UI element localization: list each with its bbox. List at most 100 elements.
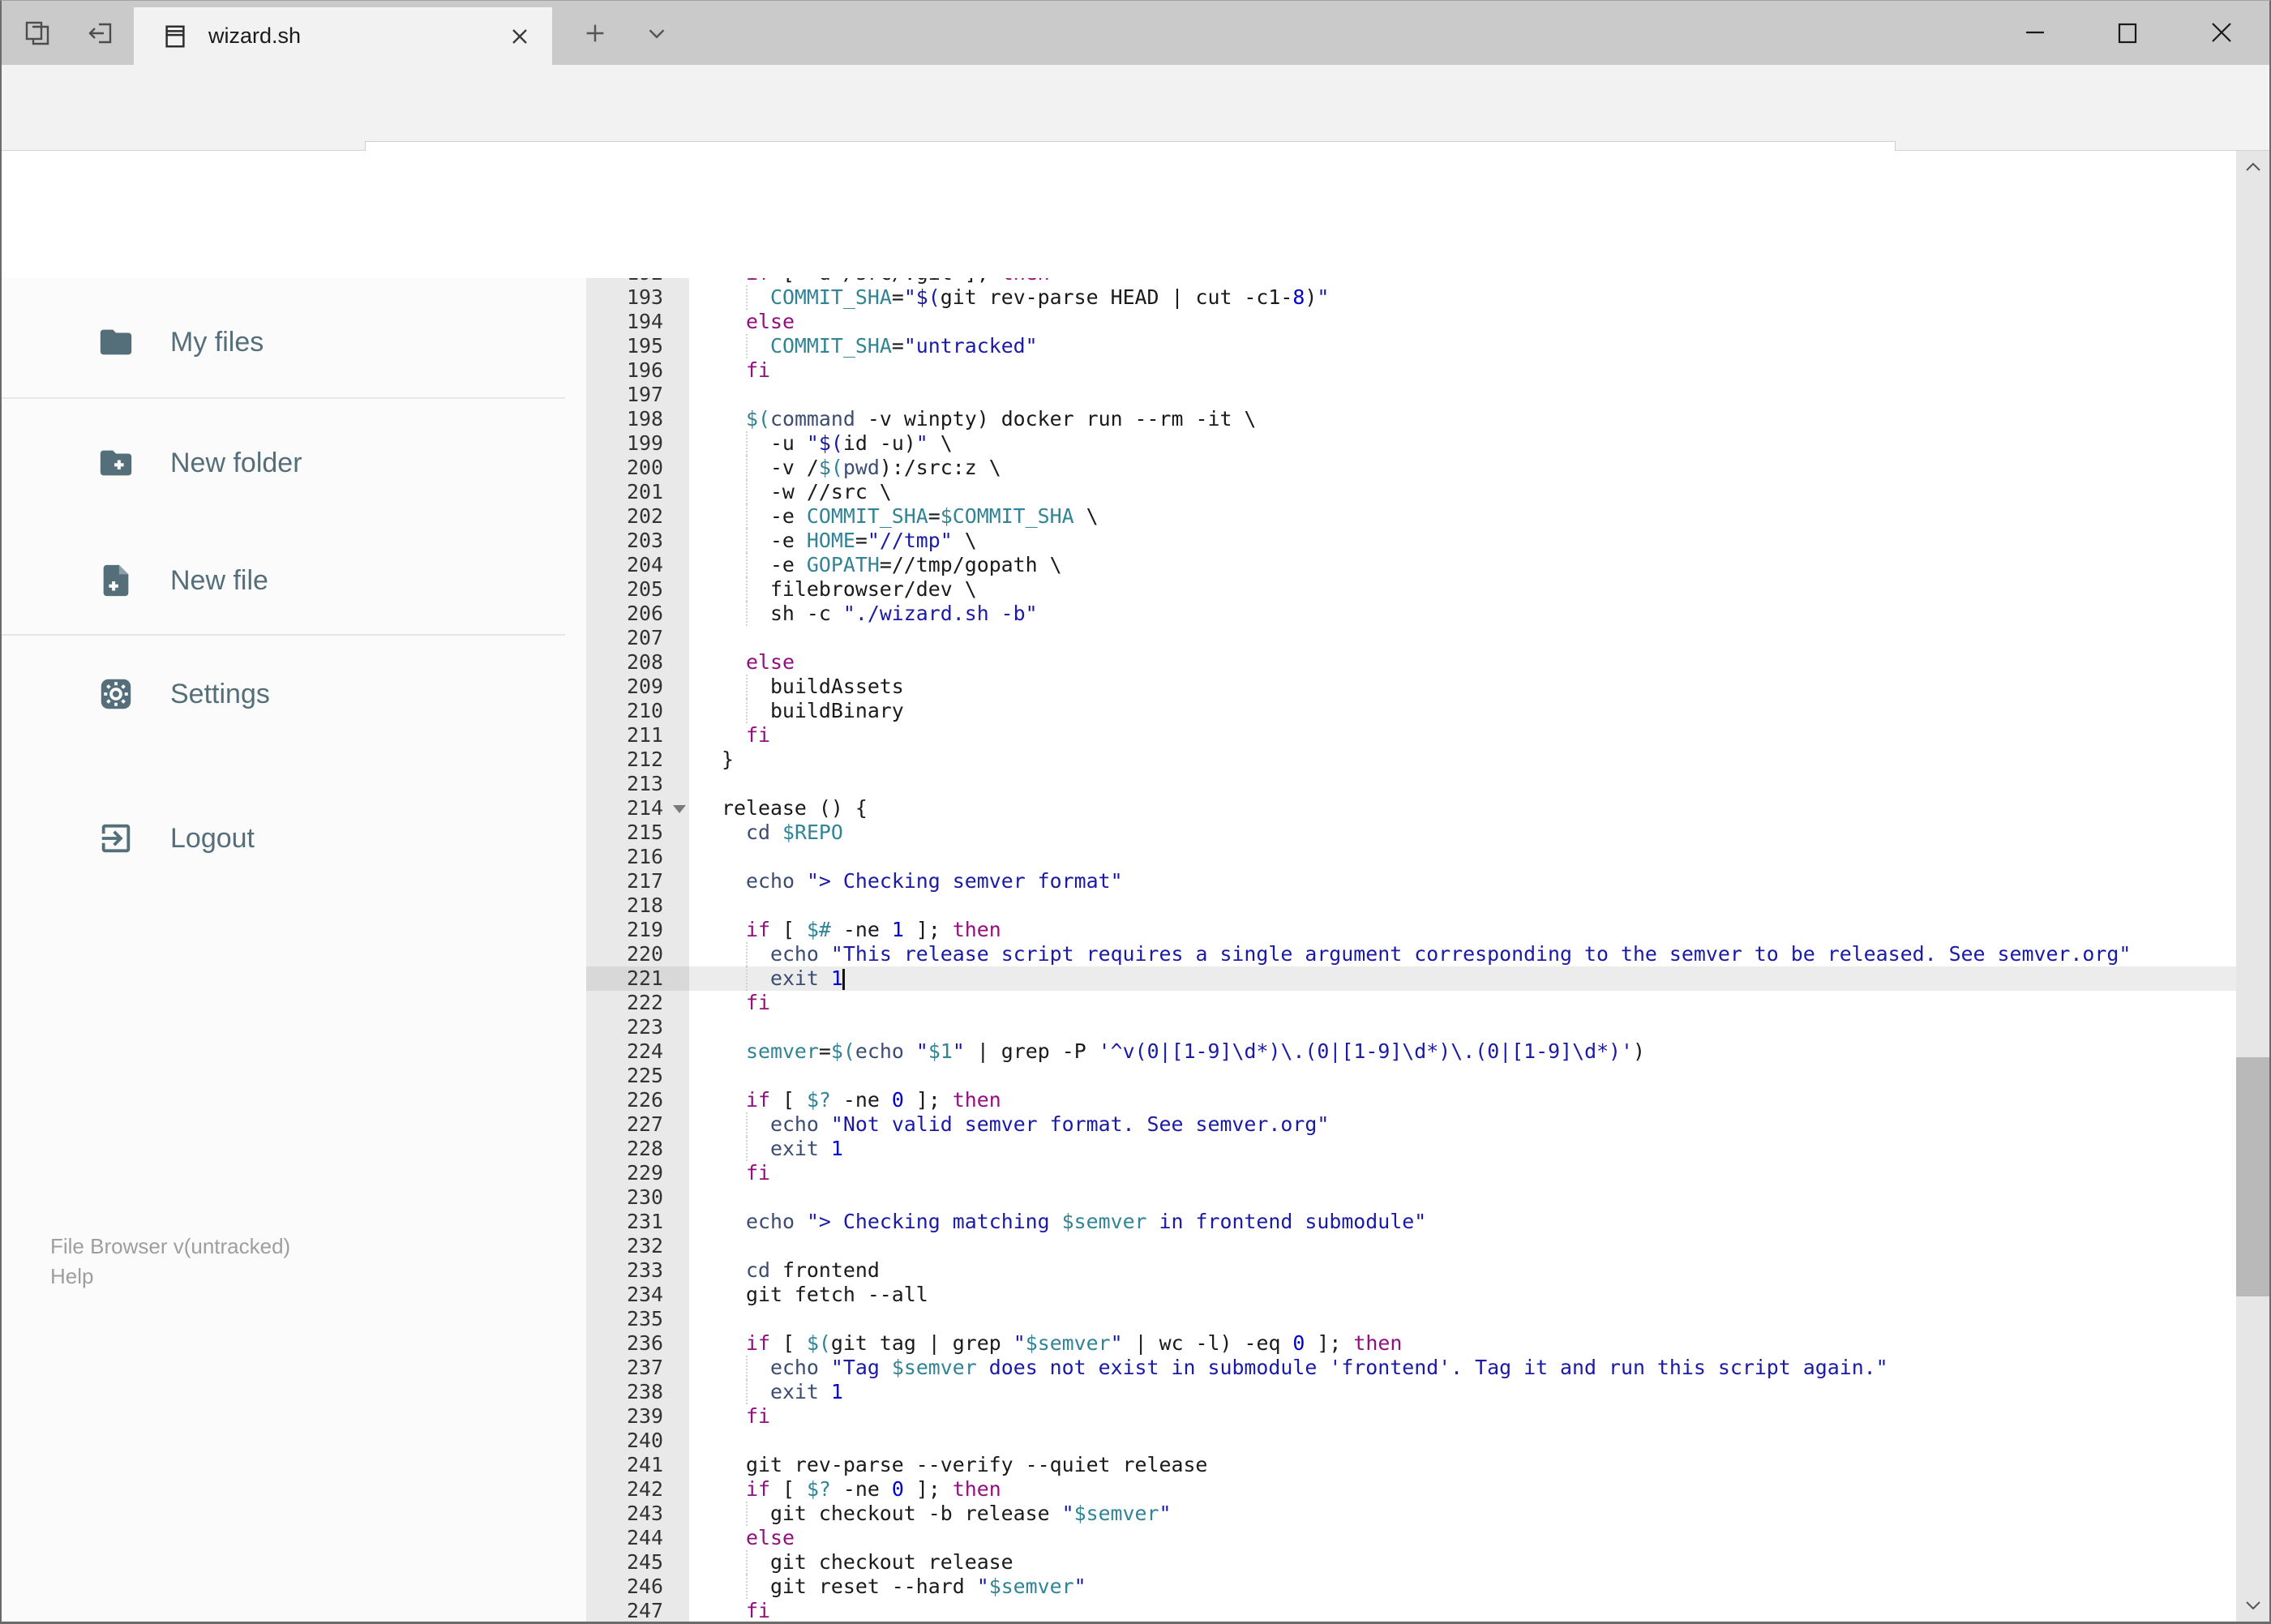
indent-guide: [745, 1137, 748, 1161]
line-number[interactable]: 204: [586, 553, 689, 577]
set-tabs-aside-icon[interactable]: [78, 15, 123, 52]
indent-guide: [745, 1356, 748, 1380]
line-number[interactable]: 216: [586, 845, 689, 869]
line-number[interactable]: 228: [586, 1137, 689, 1161]
indent-guide: [745, 285, 748, 310]
indent-guide: [745, 699, 748, 723]
tab-close-icon[interactable]: [508, 25, 531, 48]
line-number[interactable]: 218: [586, 893, 689, 918]
code-line: 206 sh -c "./wizard.sh -b": [586, 602, 2236, 626]
line-number[interactable]: 214: [586, 796, 689, 821]
browser-tab-wizard-sh[interactable]: wizard.sh: [134, 7, 552, 65]
line-number[interactable]: 223: [586, 1015, 689, 1039]
line-number[interactable]: 229: [586, 1161, 689, 1185]
line-number[interactable]: 210: [586, 699, 689, 723]
line-number[interactable]: 208: [586, 650, 689, 675]
scroll-up-icon[interactable]: [2236, 151, 2269, 183]
minimize-icon[interactable]: [1998, 0, 2072, 65]
line-number[interactable]: 227: [586, 1112, 689, 1137]
line-number[interactable]: 236: [586, 1331, 689, 1356]
code-line: 226 if [ $? -ne 0 ]; then: [586, 1088, 2236, 1112]
line-number[interactable]: 245: [586, 1550, 689, 1575]
page-scrollbar[interactable]: [2236, 151, 2269, 1622]
sidebar-item-logout[interactable]: Logout: [0, 801, 586, 876]
line-number[interactable]: 238: [586, 1380, 689, 1404]
line-number[interactable]: 209: [586, 675, 689, 699]
sidebar-divider: [0, 397, 565, 399]
indent-guide: [745, 1112, 748, 1137]
indent-guide: [745, 966, 748, 991]
code-line: 240: [586, 1429, 2236, 1453]
code-line: 214 release () {: [586, 796, 2236, 821]
maximize-icon[interactable]: [2090, 0, 2165, 65]
new-tab-icon[interactable]: [572, 15, 618, 52]
line-number[interactable]: 194: [586, 310, 689, 334]
fold-toggle-icon[interactable]: [673, 805, 686, 813]
sidebar-item-settings[interactable]: Settings: [0, 657, 586, 731]
line-number[interactable]: 202: [586, 504, 689, 529]
tab-preview-icon[interactable]: [15, 15, 60, 52]
line-number[interactable]: 233: [586, 1258, 689, 1283]
line-number[interactable]: 234: [586, 1283, 689, 1307]
line-number[interactable]: 230: [586, 1185, 689, 1210]
tab-list-chevron-icon[interactable]: [634, 15, 679, 52]
line-number[interactable]: 244: [586, 1526, 689, 1550]
line-number[interactable]: 241: [586, 1453, 689, 1477]
scroll-down-icon[interactable]: [2236, 1589, 2269, 1622]
line-number[interactable]: 212: [586, 748, 689, 772]
line-number[interactable]: 206: [586, 602, 689, 626]
close-window-icon[interactable]: [2184, 0, 2259, 65]
sidebar-item-new-file[interactable]: New file: [0, 543, 586, 618]
code-line: 216: [586, 845, 2236, 869]
line-number[interactable]: 237: [586, 1356, 689, 1380]
line-number[interactable]: 197: [586, 383, 689, 407]
code-line: 204 -e GOPATH=//tmp/gopath \: [586, 553, 2236, 577]
line-number[interactable]: 211: [586, 723, 689, 748]
line-number[interactable]: 192: [586, 278, 689, 285]
line-number[interactable]: 215: [586, 821, 689, 845]
line-number[interactable]: 242: [586, 1477, 689, 1502]
indent-guide: [745, 1550, 748, 1575]
line-number[interactable]: 240: [586, 1429, 689, 1453]
line-number[interactable]: 224: [586, 1039, 689, 1064]
line-number[interactable]: 213: [586, 772, 689, 796]
line-number[interactable]: 193: [586, 285, 689, 310]
line-number[interactable]: 239: [586, 1404, 689, 1429]
line-number[interactable]: 203: [586, 529, 689, 553]
line-number[interactable]: 231: [586, 1210, 689, 1234]
sidebar-item-new-folder[interactable]: New folder: [0, 426, 586, 500]
line-number[interactable]: 195: [586, 334, 689, 358]
line-number[interactable]: 205: [586, 577, 689, 602]
code-editor[interactable]: 192 if [ -d /src/.git ]; then193 COMMIT_…: [586, 278, 2236, 1622]
line-number[interactable]: 196: [586, 358, 689, 383]
code-line: 232: [586, 1234, 2236, 1258]
line-number[interactable]: 220: [586, 942, 689, 966]
sidebar-item-my-files[interactable]: My files: [0, 305, 586, 379]
line-number[interactable]: 199: [586, 431, 689, 456]
line-number[interactable]: 219: [586, 918, 689, 942]
line-number[interactable]: 222: [586, 991, 689, 1015]
line-number[interactable]: 225: [586, 1064, 689, 1088]
code-line: 224 semver=$(echo "$1" | grep -P '^v(0|[…: [586, 1039, 2236, 1064]
line-number[interactable]: 226: [586, 1088, 689, 1112]
help-link[interactable]: Help: [50, 1262, 290, 1292]
code-line: 200 -v /$(pwd):/src:z \: [586, 456, 2236, 480]
code-line: 218: [586, 893, 2236, 918]
browser-toolbar: filebrowser.web/files/wizard.sh: [0, 65, 2271, 203]
line-number[interactable]: 247: [586, 1599, 689, 1622]
line-number[interactable]: 235: [586, 1307, 689, 1331]
code-line: 237 echo "Tag $semver does not exist in …: [586, 1356, 2236, 1380]
code-line: 233 cd frontend: [586, 1258, 2236, 1283]
line-number[interactable]: 200: [586, 456, 689, 480]
line-number[interactable]: 221: [586, 966, 689, 991]
line-number[interactable]: 243: [586, 1502, 689, 1526]
line-number[interactable]: 246: [586, 1575, 689, 1599]
line-number[interactable]: 198: [586, 407, 689, 431]
line-number[interactable]: 232: [586, 1234, 689, 1258]
line-number[interactable]: 217: [586, 869, 689, 893]
scrollbar-thumb[interactable]: [2236, 1057, 2269, 1296]
line-number[interactable]: 201: [586, 480, 689, 504]
sidebar-divider: [0, 634, 565, 636]
code-line: 208 else: [586, 650, 2236, 675]
line-number[interactable]: 207: [586, 626, 689, 650]
